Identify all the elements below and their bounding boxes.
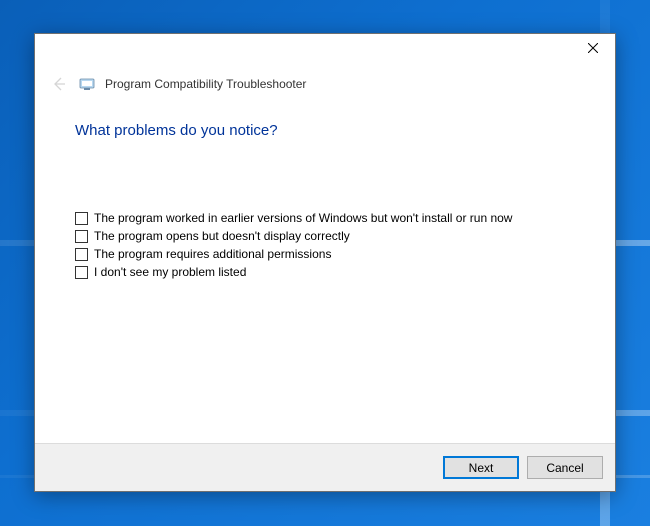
dialog-footer: Next Cancel [35,443,615,491]
option-label: The program opens but doesn't display co… [94,229,350,243]
option-label: The program worked in earlier versions o… [94,211,512,225]
troubleshooter-dialog: Program Compatibility Troubleshooter Wha… [34,33,616,492]
dialog-content: What problems do you notice? The program… [35,94,615,443]
option-earlier-versions[interactable]: The program worked in earlier versions o… [75,211,575,225]
dialog-title: Program Compatibility Troubleshooter [105,77,306,91]
dialog-header: Program Compatibility Troubleshooter [35,64,615,94]
option-label: I don't see my problem listed [94,265,246,279]
checkbox[interactable] [75,266,88,279]
close-icon [588,43,598,53]
cancel-button[interactable]: Cancel [527,456,603,479]
next-button[interactable]: Next [443,456,519,479]
problem-options: The program worked in earlier versions o… [75,211,575,279]
option-label: The program requires additional permissi… [94,247,331,261]
titlebar [35,34,615,64]
option-permissions[interactable]: The program requires additional permissi… [75,247,575,261]
checkbox[interactable] [75,230,88,243]
checkbox[interactable] [75,212,88,225]
close-button[interactable] [570,34,615,62]
page-heading: What problems do you notice? [75,122,575,139]
arrow-left-icon [51,76,67,92]
back-button[interactable] [49,74,69,94]
option-display-incorrect[interactable]: The program opens but doesn't display co… [75,229,575,243]
option-not-listed[interactable]: I don't see my problem listed [75,265,575,279]
checkbox[interactable] [75,248,88,261]
troubleshooter-icon [79,76,95,92]
